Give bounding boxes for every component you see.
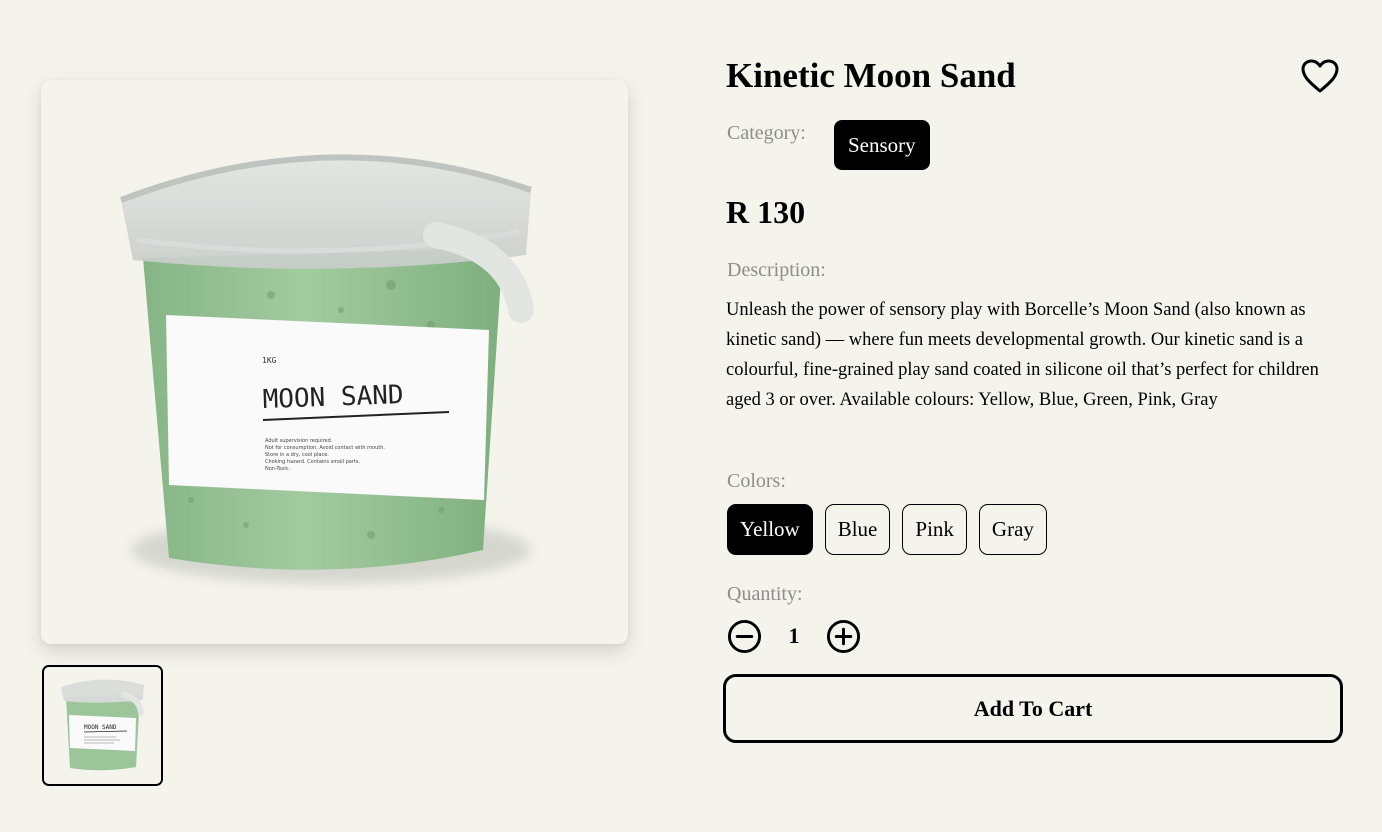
add-to-cart-button[interactable]: Add To Cart xyxy=(723,674,1343,743)
color-options: Yellow Blue Pink Gray xyxy=(727,504,1047,555)
product-page: 1KG MOON SAND Adult supervision required… xyxy=(0,0,1382,832)
label-bullet: Store in a dry, cool place. xyxy=(265,452,329,458)
thumbnail-label-title: MOON SAND xyxy=(84,724,117,731)
color-option-gray[interactable]: Gray xyxy=(978,504,1047,555)
plus-circle-icon[interactable] xyxy=(826,619,861,654)
label-bullet: Non-Toxic. xyxy=(265,466,291,472)
color-option-pink[interactable]: Pink xyxy=(902,504,967,555)
category-badge[interactable]: Sensory xyxy=(834,120,930,170)
product-thumbnail[interactable]: MOON SAND xyxy=(42,665,163,786)
product-description: Unleash the power of sensory play with B… xyxy=(726,300,1319,410)
product-main-image: 1KG MOON SAND Adult supervision required… xyxy=(41,80,628,644)
product-price: R 130 xyxy=(726,194,806,230)
category-label: Category: xyxy=(727,122,806,144)
label-weight: 1KG xyxy=(262,356,277,365)
label-bullet: Adult supervision required. xyxy=(265,438,333,444)
quantity-value: 1 xyxy=(788,623,800,648)
description-label: Description: xyxy=(727,259,826,281)
moon-sand-bucket-illustration: 1KG MOON SAND Adult supervision required… xyxy=(41,80,628,644)
colors-label: Colors: xyxy=(727,470,786,492)
label-bullet: Not for consumption. Avoid contact with … xyxy=(265,445,385,451)
quantity-stepper: 1 xyxy=(727,618,861,654)
product-title: Kinetic Moon Sand xyxy=(726,56,1016,95)
color-option-blue[interactable]: Blue xyxy=(824,504,891,555)
thumbnail-bucket-illustration: MOON SAND xyxy=(44,667,161,784)
label-bullet: Choking hazard. Contains small parts. xyxy=(265,459,360,465)
quantity-label: Quantity: xyxy=(727,583,803,605)
minus-circle-icon[interactable] xyxy=(727,619,762,654)
color-option-yellow[interactable]: Yellow xyxy=(727,504,813,555)
heart-outline-icon[interactable] xyxy=(1300,58,1340,94)
label-title: MOON SAND xyxy=(262,380,404,415)
